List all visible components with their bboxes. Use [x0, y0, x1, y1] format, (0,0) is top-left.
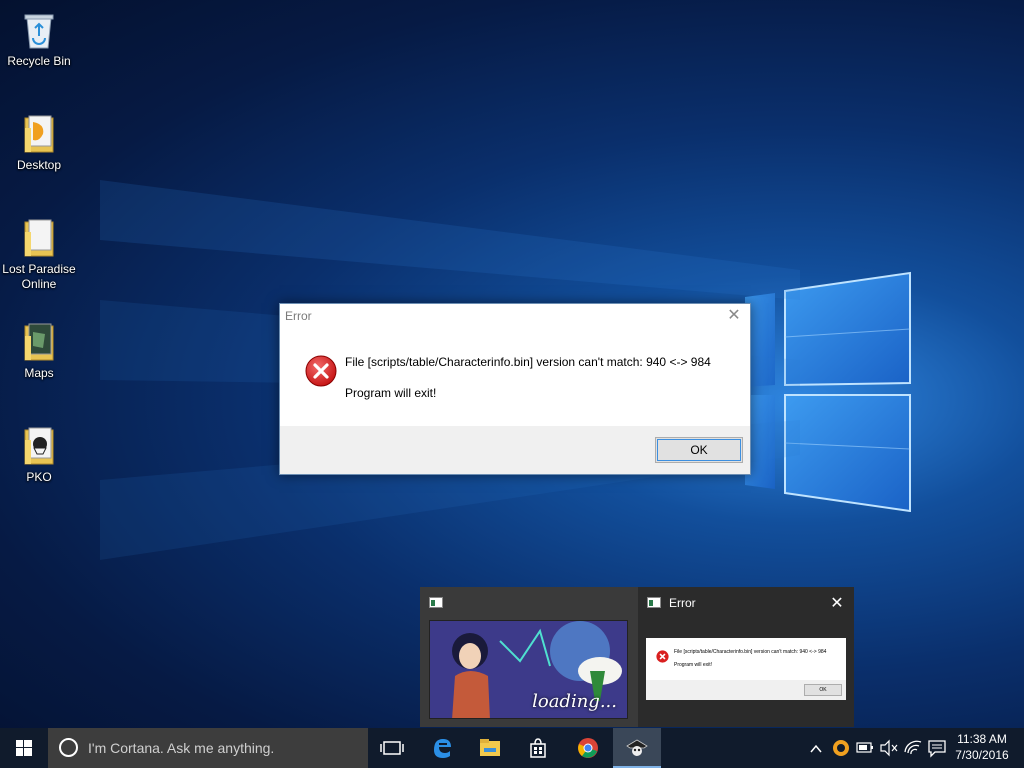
- battery-icon[interactable]: [854, 728, 876, 768]
- clock-date: 7/30/2016: [955, 748, 1009, 762]
- chrome-button[interactable]: [564, 728, 612, 768]
- cortana-search-box[interactable]: I'm Cortana. Ask me anything.: [48, 728, 368, 768]
- close-icon[interactable]: ✕: [828, 593, 846, 613]
- desktop-icon-maps[interactable]: Maps: [1, 322, 77, 381]
- file-explorer-icon: [480, 739, 500, 756]
- thumbnail-message: File [scripts/table/Characterinfo.bin] v…: [674, 649, 827, 655]
- dialog-footer: OK: [280, 426, 750, 474]
- start-button[interactable]: [0, 728, 48, 768]
- thumbnail-error-window[interactable]: Error ✕ File [scripts/table/Characterinf…: [638, 587, 854, 727]
- desktop-icon-label: Lost Paradise Online: [2, 262, 76, 291]
- close-icon[interactable]: ✕: [724, 306, 744, 326]
- folder-icon: [24, 427, 54, 465]
- folder-icon: [24, 323, 54, 361]
- taskbar-clock[interactable]: 11:38 AM 7/30/2016: [950, 731, 1014, 763]
- search-placeholder: I'm Cortana. Ask me anything.: [88, 740, 275, 756]
- thumbnail-preview: File [scripts/table/Characterinfo.bin] v…: [646, 638, 846, 700]
- clock-time: 11:38 AM: [957, 732, 1007, 746]
- action-center-icon[interactable]: [926, 728, 948, 768]
- windows-logo-icon: [16, 740, 32, 756]
- desktop-icon-label: PKO: [26, 470, 52, 484]
- task-view-icon: [380, 741, 404, 755]
- desktop-icon-label: Maps: [24, 366, 54, 380]
- error-dialog: Error ✕ File [scripts/table/Characterinf…: [279, 303, 751, 475]
- thumbnail-ok-button: OK: [804, 684, 842, 696]
- chrome-icon: [578, 738, 598, 758]
- edge-button[interactable]: [418, 728, 466, 768]
- app-window-icon: [429, 597, 443, 608]
- loading-text: loading...: [532, 691, 617, 712]
- desktop-icon-label: Desktop: [16, 158, 62, 172]
- dialog-title: Error: [285, 309, 312, 323]
- recycle-bin-icon: [24, 14, 54, 49]
- loading-screen-image: loading...: [429, 620, 628, 719]
- store-icon: [530, 738, 546, 758]
- file-explorer-button[interactable]: [466, 728, 514, 768]
- thumbnail-title: Error: [669, 596, 696, 610]
- error-message: File [scripts/table/Characterinfo.bin] v…: [345, 355, 711, 369]
- error-icon: [656, 650, 669, 663]
- folder-icon: [24, 115, 54, 153]
- thumbnail-loading-window[interactable]: loading...: [420, 587, 638, 727]
- folder-icon: [24, 219, 54, 257]
- taskbar-thumbnails: loading... Error ✕ File [scripts/table/C…: [420, 587, 854, 727]
- thumbnail-message-exit: Program will exit!: [674, 662, 713, 668]
- pko-button[interactable]: [613, 728, 661, 768]
- task-view-button[interactable]: [368, 728, 416, 768]
- desktop-icon-recycle-bin[interactable]: Recycle Bin: [1, 10, 77, 69]
- ok-button[interactable]: OK: [655, 437, 743, 463]
- pko-icon: [626, 739, 648, 756]
- taskbar: I'm Cortana. Ask me anything. 11:38 AM 7…: [0, 728, 1024, 768]
- app-tray-icon[interactable]: [830, 728, 852, 768]
- desktop-icon-desktop[interactable]: Desktop: [1, 114, 77, 173]
- wifi-icon[interactable]: [902, 728, 924, 768]
- error-message-exit: Program will exit!: [345, 386, 437, 400]
- thumbnail-footer: OK: [646, 680, 846, 700]
- desktop-icon-pko[interactable]: PKO: [1, 426, 77, 485]
- cortana-icon: [59, 738, 78, 757]
- app-window-icon: [647, 597, 661, 608]
- edge-icon: [434, 739, 451, 758]
- desktop-icon-label: Recycle Bin: [7, 54, 71, 68]
- volume-muted-icon[interactable]: [878, 728, 900, 768]
- store-button[interactable]: [514, 728, 562, 768]
- error-icon: [305, 355, 337, 387]
- desktop-icon-lost-paradise-online[interactable]: Lost Paradise Online: [1, 218, 77, 292]
- show-hidden-icons-chevron-up-icon[interactable]: [806, 728, 826, 768]
